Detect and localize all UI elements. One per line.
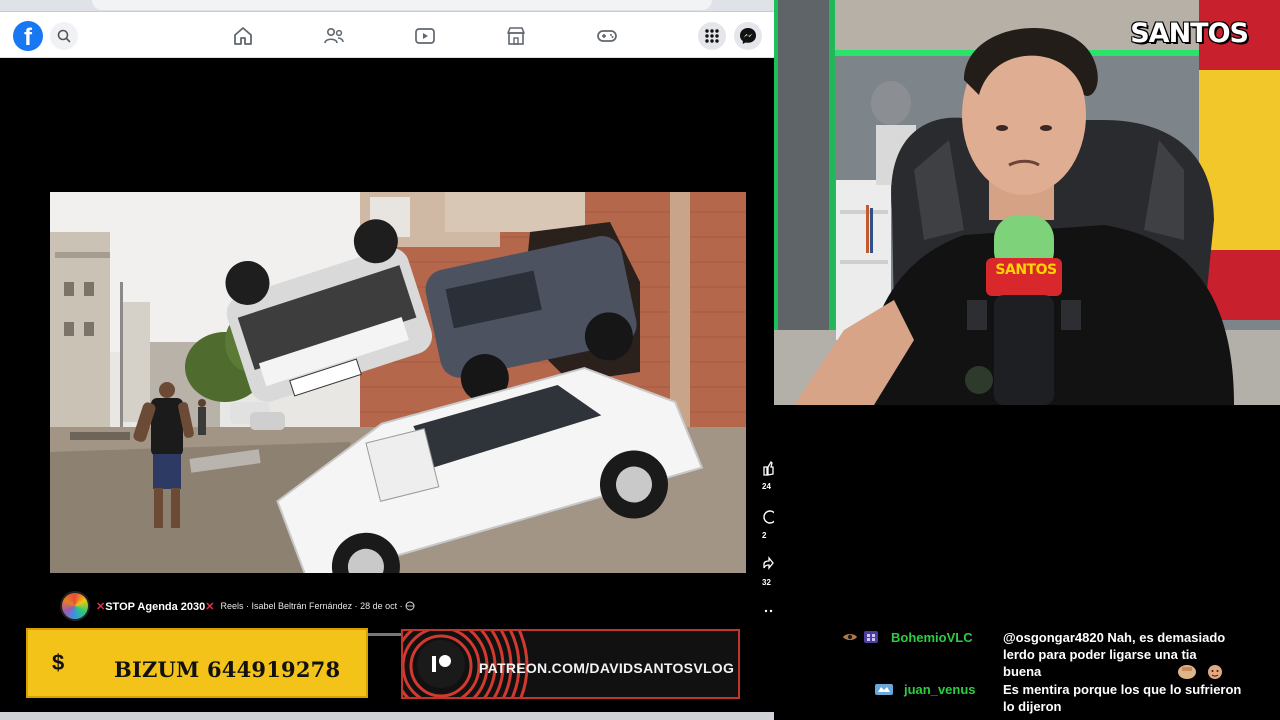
more-icon[interactable] bbox=[762, 607, 774, 615]
bizum-text: BIZUM 644919278 bbox=[114, 657, 341, 682]
search-button[interactable] bbox=[50, 22, 78, 50]
webcam-feed: SANTOS SANTOS bbox=[774, 0, 1280, 405]
menu-button[interactable] bbox=[698, 22, 726, 50]
channel-logo: SANTOS bbox=[1130, 18, 1249, 49]
comment-icon[interactable] bbox=[762, 509, 774, 525]
home-icon[interactable] bbox=[231, 24, 255, 48]
url-field[interactable] bbox=[92, 0, 712, 10]
flood-cars-image bbox=[50, 192, 746, 573]
facebook-top-bar: f bbox=[0, 12, 774, 58]
search-icon bbox=[57, 29, 71, 43]
subscriber-badge-icon bbox=[864, 631, 878, 643]
banner-divider bbox=[368, 633, 402, 636]
cross-mark-icon: ✕ bbox=[96, 600, 106, 613]
comment-count: 2 bbox=[762, 531, 767, 540]
gaming-icon[interactable] bbox=[595, 24, 619, 48]
chat-username[interactable]: juan_venus bbox=[904, 681, 976, 698]
chat-message-text: @osgongar4820 Nah, es demasiado lerdo pa… bbox=[1003, 630, 1226, 679]
messenger-button[interactable] bbox=[734, 22, 762, 50]
browser-window: f ✕STOP Agenda 2030✕ Reels · Isabel Belt… bbox=[0, 0, 774, 720]
bizum-banner: $ BIZUM 644919278 bbox=[26, 628, 368, 698]
cross-mark-icon: ✕ bbox=[205, 600, 215, 613]
emote-hand-icon bbox=[1178, 665, 1196, 679]
post-photo[interactable] bbox=[50, 192, 746, 573]
like-icon[interactable] bbox=[762, 460, 774, 476]
stream-layout: f ✕STOP Agenda 2030✕ Reels · Isabel Belt… bbox=[0, 0, 1280, 720]
menu-grid-icon bbox=[705, 29, 719, 43]
browser-address-bar[interactable] bbox=[0, 0, 774, 12]
chat-overlay: BohemioVLC @osgongar4820 Nah, es demasia… bbox=[774, 405, 1280, 720]
chat-message-text: Es mentira porque los que lo sufrieron l… bbox=[1003, 682, 1242, 714]
prime-badge-icon bbox=[875, 684, 893, 695]
browser-bottom-bar bbox=[0, 712, 774, 720]
marketplace-icon[interactable] bbox=[504, 24, 528, 48]
group-name-link[interactable]: ✕STOP Agenda 2030✕ bbox=[96, 600, 215, 613]
bizum-dollar-icon: $ bbox=[52, 650, 65, 675]
emote-face-icon bbox=[1208, 665, 1222, 679]
like-count: 24 bbox=[762, 482, 771, 491]
patreon-text: PATREON.COM/DAVIDSANTOSVLOG bbox=[479, 660, 735, 676]
globe-icon bbox=[405, 601, 415, 611]
group-avatar[interactable] bbox=[60, 591, 90, 621]
video-icon[interactable] bbox=[413, 24, 437, 48]
group-name-text: STOP Agenda 2030 bbox=[105, 600, 206, 613]
patreon-banner: PATREON.COM/DAVIDSANTOSVLOG bbox=[401, 629, 740, 699]
post-meta: ✕STOP Agenda 2030✕ Reels · Isabel Beltrá… bbox=[60, 591, 415, 621]
share-count: 32 bbox=[762, 578, 771, 587]
eye-badge-icon bbox=[843, 634, 857, 640]
facebook-logo-icon[interactable]: f bbox=[13, 21, 43, 51]
mic-label: SANTOS bbox=[995, 262, 1057, 278]
patreon-logo-icon bbox=[417, 640, 465, 688]
messenger-icon bbox=[740, 28, 756, 44]
streamer-webcam-image bbox=[774, 0, 1280, 405]
share-icon[interactable] bbox=[762, 556, 774, 572]
friends-icon[interactable] bbox=[322, 24, 346, 48]
chat-username[interactable]: BohemioVLC bbox=[891, 629, 973, 646]
post-info: Reels · Isabel Beltrán Fernández · 28 de… bbox=[220, 601, 403, 611]
